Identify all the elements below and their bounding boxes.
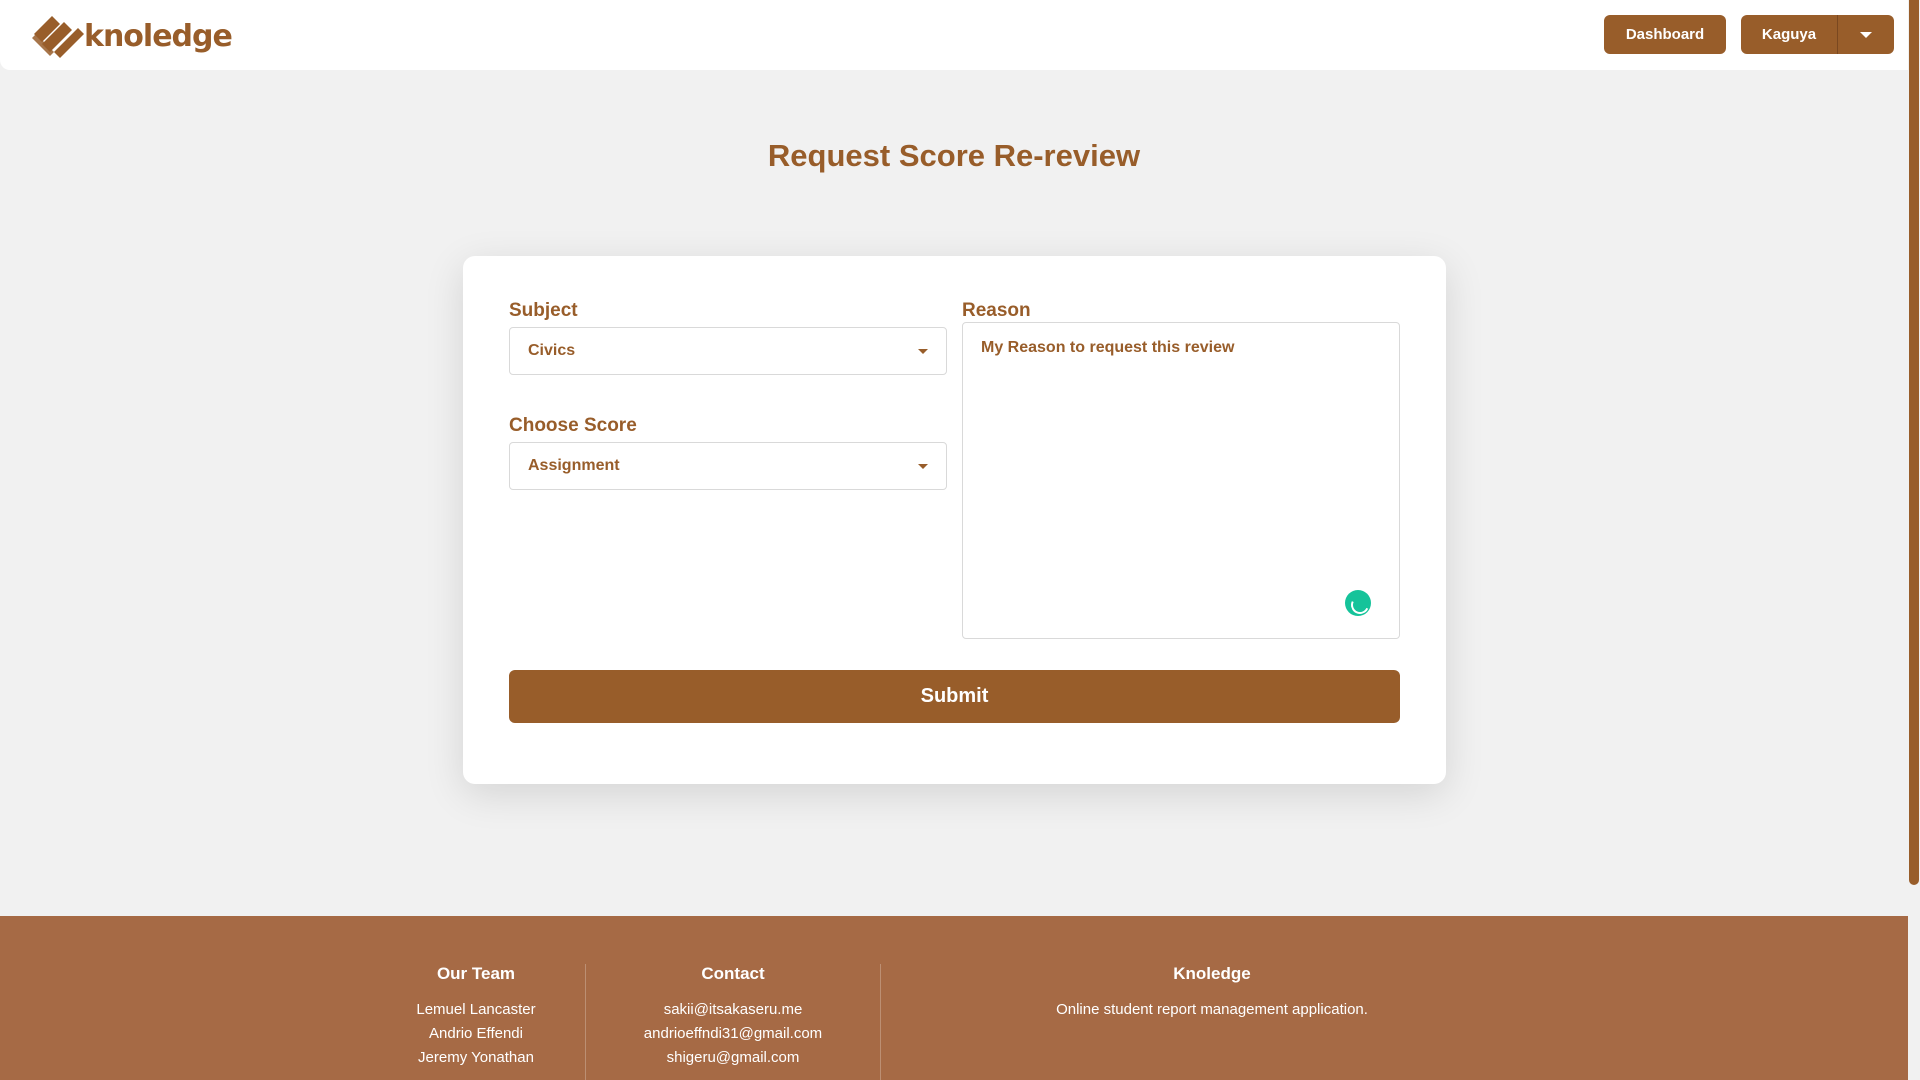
page-viewport: knoledge Dashboard Kaguya Request Score … (0, 0, 1908, 1080)
grammar-assistant-icon[interactable] (1345, 590, 1371, 616)
contact-email[interactable]: shigeru@gmail.com (613, 1046, 853, 1070)
chevron-down-icon (918, 349, 928, 354)
contact-email[interactable]: sakii@itsakaseru.me (613, 998, 853, 1022)
footer-team-heading: Our Team (436, 964, 516, 983)
page-scrollbar[interactable] (1908, 0, 1920, 1080)
submit-button[interactable]: Submit (509, 670, 1400, 723)
footer-divider (880, 964, 881, 1080)
score-select[interactable]: Assignment (509, 442, 947, 490)
subject-select-value: Civics (528, 342, 576, 359)
rereview-form-card: Subject Civics Choose Score Assignment R… (463, 256, 1446, 784)
footer-contact-heading: Contact (701, 964, 765, 983)
footer-about-description: Online student report management applica… (1056, 1001, 1368, 1018)
footer-team: Our Team Lemuel Lancaster Andrio Effendi… (376, 964, 576, 1070)
footer-about: Knoledge Online student report managemen… (1012, 964, 1412, 1022)
site-footer: Our Team Lemuel Lancaster Andrio Effendi… (0, 916, 1908, 1080)
reason-text: My Reason to request this review (981, 339, 1235, 356)
top-navbar: knoledge Dashboard Kaguya (0, 0, 1908, 70)
chevron-down-icon (918, 464, 928, 469)
team-member: Jeremy Yonathan (418, 1049, 534, 1066)
scrollbar-thumb[interactable] (1909, 0, 1919, 885)
logo-text: knoledge (84, 18, 233, 54)
reason-textarea[interactable]: My Reason to request this review (962, 322, 1400, 639)
score-label: Choose Score (509, 415, 637, 436)
subject-select[interactable]: Civics (509, 327, 947, 375)
reason-label: Reason (962, 300, 1031, 321)
team-member: Andrio Effendi (429, 1025, 523, 1042)
subject-label: Subject (509, 300, 578, 321)
footer-divider (585, 964, 586, 1080)
chevron-down-icon (1860, 31, 1872, 38)
team-member: Lemuel Lancaster (416, 1001, 536, 1018)
contact-email[interactable]: andrioeffndi31@gmail.com (613, 1022, 853, 1046)
page-title: Request Score Re-review (767, 138, 1141, 173)
dashboard-button[interactable]: Dashboard (1604, 15, 1726, 54)
user-button[interactable]: Kaguya (1741, 15, 1837, 54)
brand-logo[interactable]: knoledge (28, 10, 233, 60)
logo-mark-icon (32, 16, 84, 58)
footer-contact: Contact sakii@itsakaseru.me andrioeffndi… (613, 964, 853, 1070)
footer-about-heading: Knoledge (1173, 964, 1251, 983)
user-menu-toggle[interactable] (1837, 15, 1894, 54)
user-menu: Kaguya (1741, 15, 1894, 54)
score-select-value: Assignment (528, 457, 620, 474)
